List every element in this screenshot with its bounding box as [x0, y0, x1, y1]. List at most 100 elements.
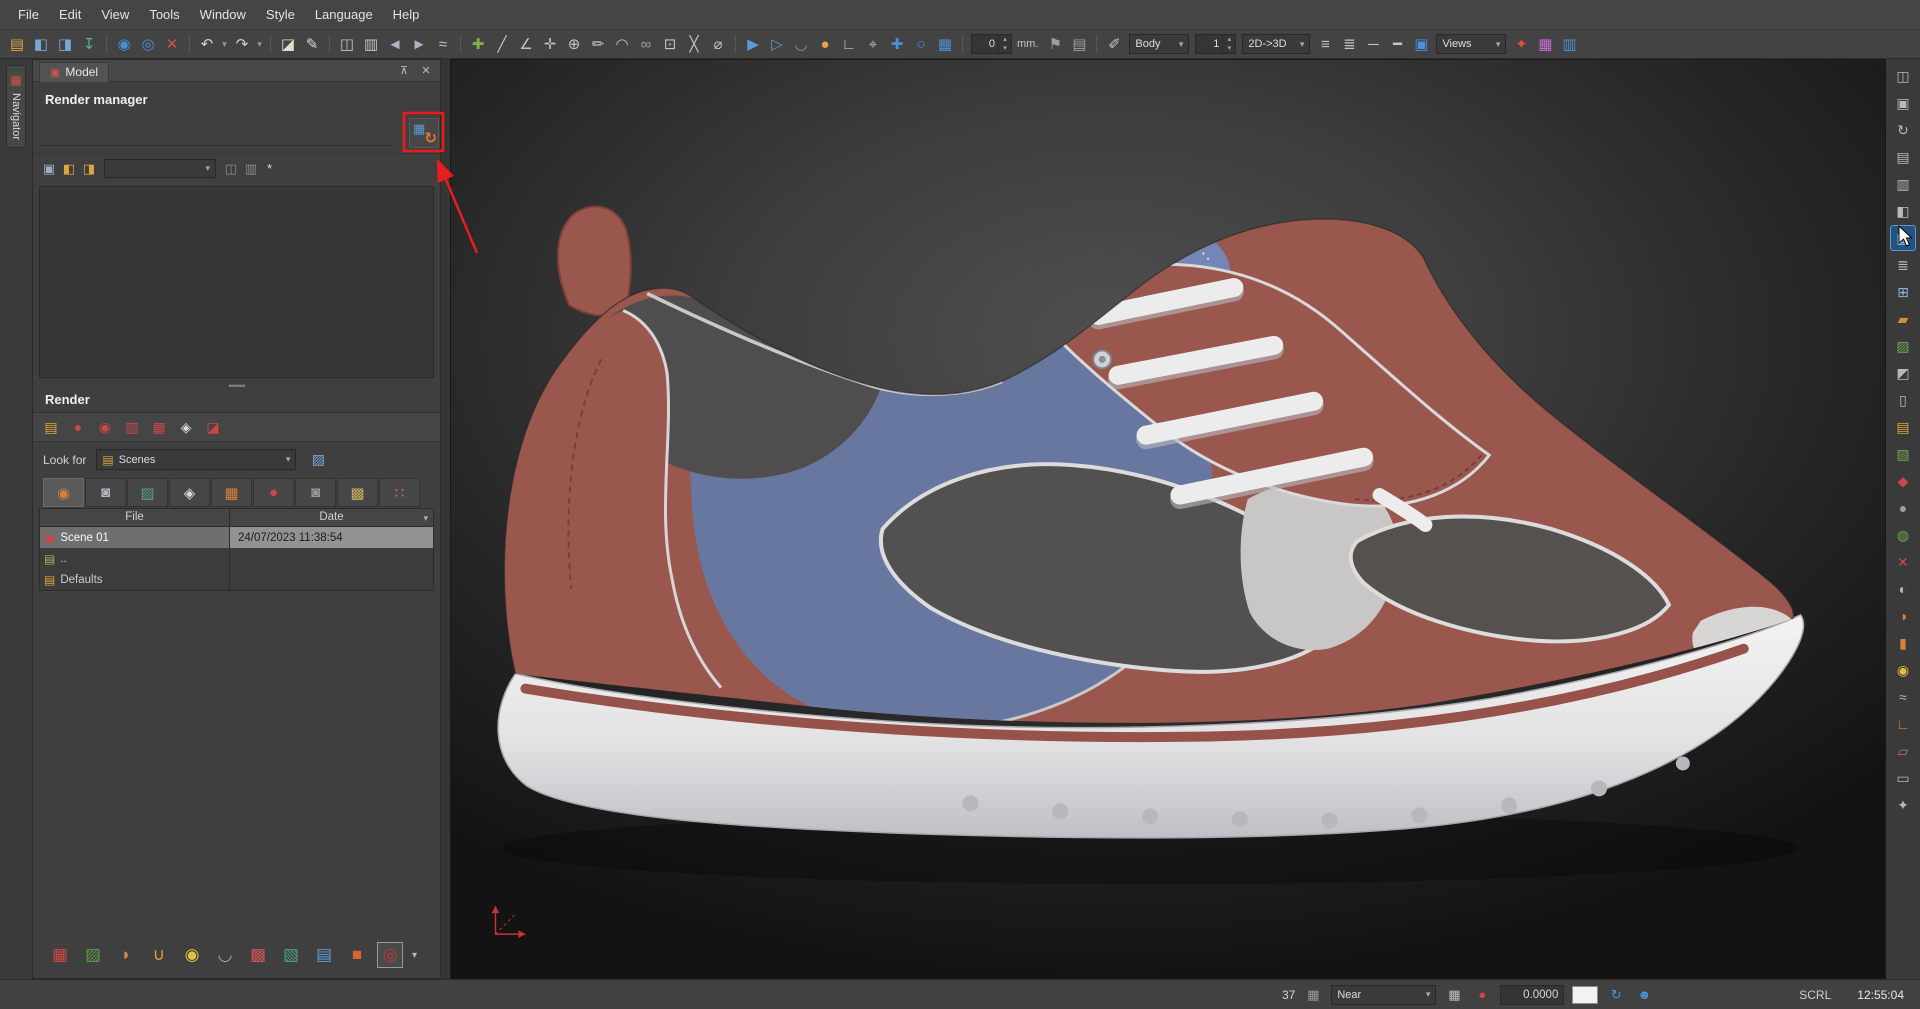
measure-tool-icon[interactable]: ⌀	[706, 32, 730, 56]
column-date[interactable]: Date▾	[230, 509, 433, 526]
render-turntable-icon[interactable]: ▦	[147, 415, 171, 439]
axes-tool-icon[interactable]: ✛	[538, 32, 562, 56]
Scene 01[interactable]: ▣Scene 01 24/07/2023 11:38:54	[40, 527, 433, 548]
scene-save-as-icon[interactable]: ◨	[79, 158, 99, 178]
scene-preset-select[interactable]: ▾	[104, 159, 216, 178]
scene-display-icon[interactable]: ▣	[39, 158, 59, 178]
tab-snapshots[interactable]: ◙	[295, 478, 336, 507]
sphere-view-icon[interactable]: ●	[1891, 496, 1915, 520]
undo-icon[interactable]: ↶	[195, 32, 219, 56]
tab-model[interactable]: ▣ Model	[39, 62, 109, 82]
tab-images[interactable]: ▨	[127, 478, 168, 507]
open-folder-icon[interactable]: ▤	[5, 32, 29, 56]
..[interactable]: ▤..	[40, 548, 433, 569]
menu-edit[interactable]: Edit	[49, 2, 91, 27]
display-mode-icon[interactable]: ▣	[1409, 32, 1433, 56]
open-render-folder-icon[interactable]: ▤	[39, 415, 63, 439]
screen-split-icon[interactable]: ◧	[1891, 199, 1915, 223]
render-animation-icon[interactable]: ▥	[120, 415, 144, 439]
redo-icon[interactable]: ↷	[230, 32, 254, 56]
browse-images-button[interactable]: ▨	[306, 448, 330, 472]
tab-tags[interactable]: ◈	[169, 478, 210, 507]
pencil-tool-icon[interactable]: ✏	[586, 32, 610, 56]
window-layout-icon[interactable]: ◫	[1891, 64, 1915, 88]
column-file[interactable]: File	[40, 509, 230, 526]
shoe-3d-render[interactable]	[451, 60, 1885, 978]
save-all-icon[interactable]: ◨	[53, 32, 77, 56]
screen-top-icon[interactable]: ▤	[1891, 145, 1915, 169]
texture-tool-icon[interactable]: ▧	[1891, 442, 1915, 466]
material-grid-icon[interactable]: ▦	[47, 942, 73, 968]
render-mode-icon[interactable]: ✦	[1509, 32, 1533, 56]
menu-view[interactable]: View	[91, 2, 139, 27]
scene-copy-icon[interactable]: ◫	[221, 158, 241, 178]
user-icon[interactable]: ☻	[1634, 985, 1654, 1005]
background-color-swatch[interactable]	[1572, 986, 1598, 1004]
paste-icon[interactable]: ▥	[359, 32, 383, 56]
look-for-select[interactable]: ▤ Scenes ▾	[96, 449, 296, 470]
import-icon[interactable]: ↧	[77, 32, 101, 56]
panel-splitter[interactable]: ▬ ▬	[33, 378, 440, 390]
section-tool-icon[interactable]: ⊡	[658, 32, 682, 56]
update-render-button[interactable]: ▦ ↻	[409, 118, 439, 148]
corner-view-icon[interactable]: ∟	[1891, 712, 1915, 736]
sparkle-icon[interactable]: ✦	[1891, 793, 1915, 817]
save-icon[interactable]: ◧	[29, 32, 53, 56]
active-view-icon[interactable]: ▦	[1891, 226, 1915, 250]
flag-icon[interactable]: ⚑	[1043, 32, 1067, 56]
tab-renders[interactable]: ●	[253, 478, 294, 507]
corner-tool-icon[interactable]: ∟	[837, 32, 861, 56]
pink-swatch-icon[interactable]: ▱	[1891, 739, 1915, 763]
more-tools-caret-icon[interactable]: ▾	[410, 950, 417, 961]
menu-file[interactable]: File	[8, 2, 49, 27]
zoom-window-icon[interactable]: ◎	[136, 32, 160, 56]
smooth-curve-icon[interactable]: ≈	[431, 32, 455, 56]
menu-style[interactable]: Style	[256, 2, 305, 27]
material-library-icon[interactable]: ▥	[1557, 32, 1581, 56]
Defaults[interactable]: ▤Defaults	[40, 569, 433, 590]
select-tool-icon[interactable]: ▶	[741, 32, 765, 56]
clay-icon[interactable]: ◑	[1891, 604, 1915, 628]
prev-piece-icon[interactable]: ◄	[383, 32, 407, 56]
select-curve-icon[interactable]: ▷	[765, 32, 789, 56]
heel-pull-tab[interactable]	[558, 207, 631, 316]
project-folder-icon[interactable]: ▤	[1891, 415, 1915, 439]
pattern-red-icon[interactable]: ▩	[245, 942, 271, 968]
tab-cameras[interactable]: ◙	[85, 478, 126, 507]
layers-icon[interactable]: ▤	[311, 942, 337, 968]
eraser-icon[interactable]: ◪	[276, 32, 300, 56]
offset-stepper[interactable]: 0 ▴▾	[971, 34, 1012, 54]
render-scene-icon[interactable]: ◉	[93, 415, 117, 439]
line-weight-icon[interactable]: ━	[1385, 32, 1409, 56]
tab-colors[interactable]: ∷	[379, 478, 420, 507]
angle-tool-icon[interactable]: ∠	[514, 32, 538, 56]
menu-help[interactable]: Help	[383, 2, 430, 27]
lock-icon[interactable]: ●	[813, 32, 837, 56]
measure-view-icon[interactable]: ◍	[1891, 523, 1915, 547]
alert-icon[interactable]: ✕	[1891, 550, 1915, 574]
clip-distance-select[interactable]: Near ▾	[1331, 985, 1436, 1005]
target-circle-icon[interactable]: ◉	[1891, 658, 1915, 682]
arc-right-icon[interactable]: ◗	[113, 942, 139, 968]
body-select[interactable]: Body ▾	[1129, 34, 1189, 54]
navigator-tab[interactable]: ▦ Navigator	[6, 65, 26, 148]
scene-paste-icon[interactable]: ▥	[241, 158, 261, 178]
image-view-icon[interactable]: ▨	[1891, 334, 1915, 358]
table-icon[interactable]: ▦	[1444, 985, 1464, 1005]
circle-tool-icon[interactable]: ○	[909, 32, 933, 56]
line-tool-icon[interactable]: ╱	[490, 32, 514, 56]
wave-icon[interactable]: ≈	[1891, 685, 1915, 709]
menu-tools[interactable]: Tools	[139, 2, 189, 27]
sort-caret-icon[interactable]: ▾	[423, 510, 428, 527]
tab-scenes[interactable]: ◉	[43, 478, 84, 507]
arc-tool-icon[interactable]: ◠	[610, 32, 634, 56]
curve-edit-icon[interactable]: ◡	[789, 32, 813, 56]
rotate-view-icon[interactable]: ↻	[1891, 118, 1915, 142]
chart-icon[interactable]: ▰	[1891, 307, 1915, 331]
stepper-arrows[interactable]: ▴▾	[998, 35, 1011, 53]
color-palette-icon[interactable]: ▦	[1533, 32, 1557, 56]
pin-panel-button[interactable]: ⊼	[396, 63, 412, 79]
grid-table-icon[interactable]: ⊞	[1891, 280, 1915, 304]
menu-language[interactable]: Language	[305, 2, 383, 27]
solid-view-icon[interactable]: ◩	[1891, 361, 1915, 385]
